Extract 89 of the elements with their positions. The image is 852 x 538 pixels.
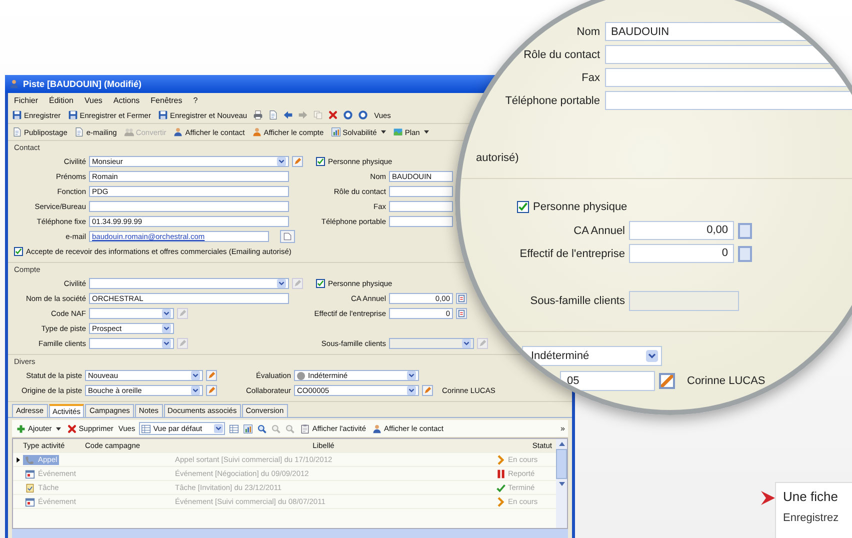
caret-icon: [424, 130, 429, 134]
dropdown-arrow-icon[interactable]: [191, 386, 200, 395]
horizontal-scrollbar[interactable]: [12, 529, 568, 538]
input-field[interactable]: [389, 201, 453, 212]
checkbox[interactable]: [316, 157, 325, 166]
dropdown-arrow-icon[interactable]: [407, 371, 416, 380]
input-field[interactable]: [89, 308, 174, 319]
dropdown-arrow-icon[interactable]: [162, 324, 171, 333]
input-field: 0,00: [629, 221, 734, 240]
left-arrow-icon[interactable]: [283, 110, 294, 120]
document-icon[interactable]: [268, 110, 278, 120]
input-field[interactable]: [389, 186, 453, 197]
person-icon: [9, 79, 19, 89]
field-label: Rôle du contact: [524, 48, 600, 60]
table-icon[interactable]: [229, 424, 240, 434]
checkmark-icon: [496, 482, 506, 492]
person-icon: [252, 127, 262, 137]
checkbox[interactable]: [14, 247, 23, 256]
person-icon: [372, 424, 382, 434]
phone-icon: [25, 454, 35, 464]
dropdown-arrow-icon[interactable]: [162, 309, 171, 318]
menu-item[interactable]: Vues: [84, 96, 102, 104]
caret-icon: [380, 130, 386, 134]
dropdown-arrow-icon: [214, 424, 224, 433]
vertical-scrollbar[interactable]: [556, 439, 567, 528]
field-value: Indéterminé: [531, 350, 590, 362]
field-value: 05: [567, 375, 580, 387]
field-label: Nom: [576, 26, 600, 38]
field-label: Sous-famille clients: [530, 295, 625, 307]
callout-text: Enregistrez: [783, 512, 840, 524]
clipboard-icon: [300, 424, 310, 434]
chevron-icon: [760, 490, 776, 506]
map-icon: [392, 127, 403, 137]
chart-icon: [330, 127, 341, 137]
field-label: Fax: [582, 72, 600, 84]
dropdown-arrow-icon[interactable]: [162, 339, 171, 348]
dropdown-arrow-icon[interactable]: [407, 386, 416, 395]
input-field[interactable]: [389, 216, 453, 227]
search-icon[interactable]: [257, 424, 268, 434]
edit-button[interactable]: [206, 385, 217, 396]
menu-item[interactable]: Actions: [113, 96, 140, 104]
people-icon: [124, 127, 134, 137]
edit-button[interactable]: [292, 156, 303, 167]
menu-item[interactable]: ?: [193, 96, 198, 104]
callout-title: Une fiche: [783, 489, 839, 504]
menu-item[interactable]: Édition: [49, 96, 74, 104]
document-icon: [12, 127, 22, 137]
checkbox-label: Personne physique: [533, 201, 628, 213]
ring-icon[interactable]: [343, 110, 354, 120]
calendar-icon: [25, 468, 35, 478]
ring-icon[interactable]: [358, 110, 368, 120]
checkbox-label: autorisé): [476, 152, 519, 164]
calendar-icon: [25, 496, 35, 506]
caret-icon: [56, 426, 61, 430]
edit-button[interactable]: [206, 370, 217, 381]
field-label: Effectif de l'entreprise: [520, 248, 625, 260]
document-icon: [74, 127, 84, 137]
menu-item[interactable]: Fenêtres: [150, 96, 182, 104]
field-label: Téléphone portable: [505, 94, 600, 106]
task-icon: [25, 482, 35, 492]
dropdown-arrow-icon[interactable]: [277, 157, 286, 166]
cross-icon: [66, 424, 77, 434]
window-title: Piste [BAUDOUIN] (Modifié): [23, 79, 142, 89]
chart-icon[interactable]: [243, 424, 254, 434]
input-field[interactable]: [89, 338, 174, 349]
chevron-icon: [496, 454, 506, 464]
pause-icon: [496, 468, 506, 478]
menu-item[interactable]: Fichier: [14, 96, 38, 104]
person-icon: [173, 127, 184, 137]
plus-icon: [16, 424, 26, 434]
calculator-button[interactable]: [456, 293, 467, 304]
collaborator-name: Corinne LUCAS: [687, 375, 766, 387]
input-field[interactable]: [89, 201, 289, 212]
edit-button[interactable]: [422, 385, 433, 396]
dropdown-arrow-icon[interactable]: [191, 371, 200, 380]
row-pointer-icon: [16, 456, 20, 462]
input-field[interactable]: [89, 278, 289, 289]
checkbox[interactable]: [316, 279, 325, 288]
chevron-icon: [496, 496, 506, 506]
calculator-button[interactable]: [456, 308, 467, 319]
overflow-button[interactable]: »: [560, 424, 565, 433]
send-mail-button[interactable]: [280, 230, 295, 243]
field-label: CA Annuel: [574, 224, 625, 236]
printer-icon[interactable]: [253, 110, 264, 120]
dropdown-arrow-icon[interactable]: [277, 279, 286, 288]
table-icon: [141, 424, 152, 434]
status-dot: [297, 372, 305, 380]
input-field: 0: [629, 244, 734, 263]
cross-icon[interactable]: [328, 110, 338, 120]
